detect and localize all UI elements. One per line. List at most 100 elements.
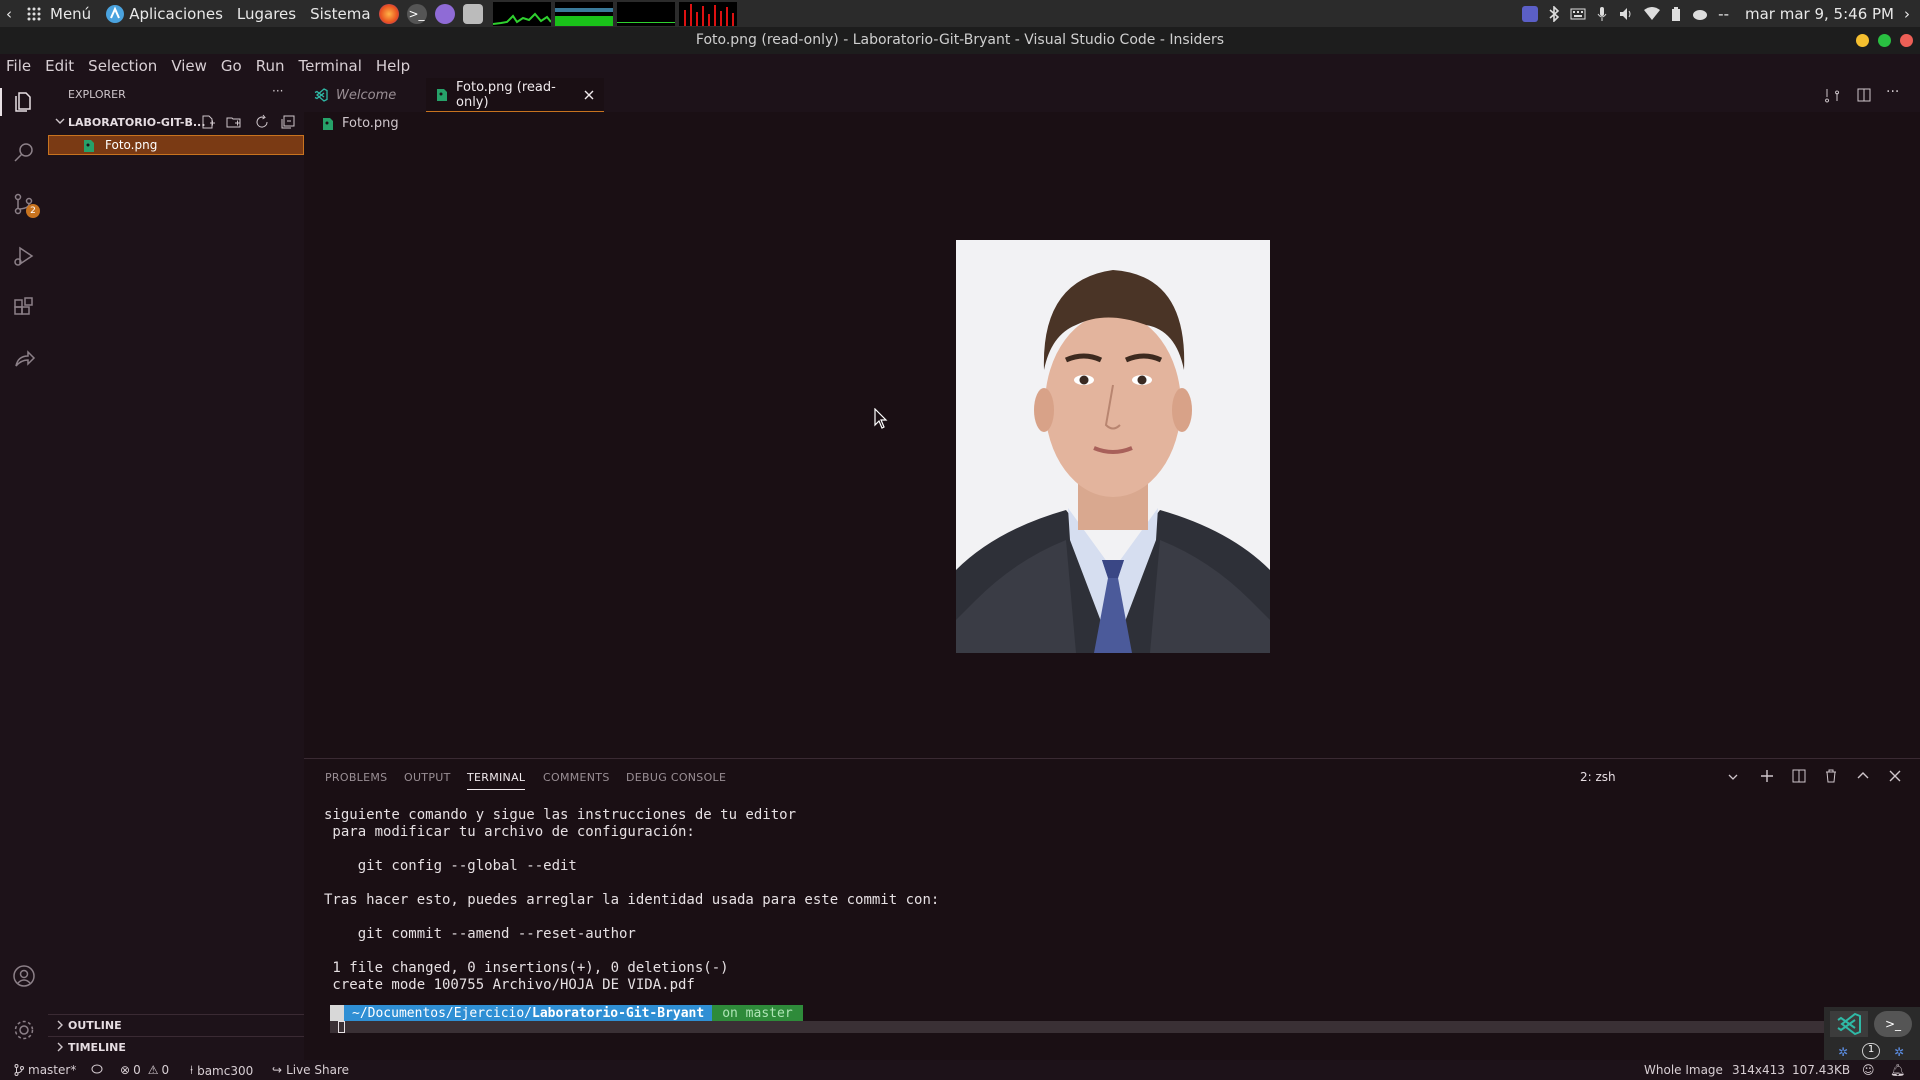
menu-go[interactable]: Go	[221, 57, 242, 75]
menu-terminal[interactable]: Terminal	[299, 57, 362, 75]
tab-welcome-label: Welcome	[336, 87, 397, 103]
panel-tab-comments[interactable]: COMMENTS	[543, 771, 610, 784]
distro-logo-icon[interactable]	[105, 4, 125, 24]
notes-app-icon[interactable]	[434, 3, 455, 24]
new-file-icon[interactable]	[200, 114, 216, 130]
clock[interactable]: mar mar 9, 5:46 PM	[1745, 5, 1894, 23]
problems-status[interactable]: ⊗ 0 ⚠ 0	[120, 1063, 169, 1077]
applications-menu[interactable]: Aplicaciones	[129, 5, 223, 23]
close-tab-icon[interactable]	[584, 90, 594, 100]
tab-foto-label: Foto.png (read-only)	[456, 79, 556, 110]
terminal-dock-icon[interactable]: >_	[1874, 1011, 1912, 1037]
timeline-section[interactable]: TIMELINE	[48, 1036, 304, 1056]
explorer-icon[interactable]	[12, 90, 36, 114]
panel-tab-terminal[interactable]: TERMINAL	[467, 771, 526, 790]
source-control-badge: 2	[26, 204, 40, 218]
image-file-icon	[436, 88, 448, 102]
outline-section[interactable]: OUTLINE	[48, 1014, 304, 1034]
refresh-icon[interactable]	[254, 114, 270, 130]
dock-gear-icon[interactable]: ✲	[1894, 1045, 1904, 1059]
chevron-left-icon[interactable]: ‹	[6, 5, 12, 23]
firefox-icon[interactable]	[378, 3, 399, 24]
menu-button[interactable]: Menú	[50, 5, 91, 23]
warning-count: 0	[161, 1063, 170, 1077]
notifications-bell-icon[interactable]: 🔔︎	[1890, 1063, 1905, 1077]
terminal-input-line[interactable]	[330, 1021, 1890, 1033]
maximize-panel-icon[interactable]	[1856, 769, 1870, 783]
run-debug-icon[interactable]	[12, 244, 36, 268]
keyboard-icon[interactable]	[1570, 8, 1586, 20]
text-editor-icon[interactable]	[462, 3, 483, 24]
live-share-status[interactable]: ↪ Live Share	[272, 1063, 349, 1077]
chevron-right-icon[interactable]: ›	[1904, 5, 1910, 23]
new-terminal-plus-icon[interactable]	[1760, 769, 1774, 783]
image-file-icon	[322, 117, 334, 131]
sync-icon[interactable]	[90, 1063, 104, 1075]
editor-more-actions[interactable]: ···	[1886, 84, 1899, 100]
live-share-icon[interactable]	[12, 348, 36, 372]
apps-grid-icon[interactable]	[26, 6, 42, 22]
open-changes-icon[interactable]	[1824, 87, 1840, 103]
battery-icon[interactable]	[1670, 6, 1682, 22]
maximize-button[interactable]	[1878, 34, 1891, 47]
menu-run[interactable]: Run	[256, 57, 285, 75]
settings-gear-icon[interactable]	[12, 1018, 36, 1042]
prompt-path-segment: ~/Documentos/Ejercicio/Laboratorio-Git-B…	[344, 1005, 713, 1021]
menu-selection[interactable]: Selection	[88, 57, 157, 75]
workspace-badge[interactable]: 1	[1862, 1043, 1880, 1059]
dock-gear-icon[interactable]: ✲	[1838, 1045, 1848, 1059]
microphone-icon[interactable]	[1596, 6, 1608, 22]
image-zoom-mode[interactable]: Whole Image	[1644, 1063, 1723, 1077]
panel-tab-debug-console[interactable]: DEBUG CONSOLE	[626, 771, 726, 784]
user-status[interactable]: ⍿ bamc300	[190, 1063, 253, 1078]
menu-edit[interactable]: Edit	[45, 57, 74, 75]
memory-monitor-graph	[554, 1, 613, 26]
extensions-icon[interactable]	[12, 296, 36, 320]
vscode-dock-icon[interactable]	[1830, 1011, 1868, 1037]
teams-tray-icon[interactable]	[1522, 5, 1539, 22]
menu-view[interactable]: View	[171, 57, 207, 75]
portrait-photo	[956, 240, 1270, 653]
source-control-icon[interactable]: 2	[12, 192, 40, 218]
minimize-button[interactable]	[1856, 34, 1869, 47]
menu-file[interactable]: File	[6, 57, 31, 75]
tab-foto-png[interactable]: Foto.png (read-only)	[426, 78, 604, 112]
tab-welcome[interactable]: Welcome	[304, 78, 426, 112]
wifi-icon[interactable]	[1644, 6, 1661, 21]
system-menu[interactable]: Sistema	[310, 5, 370, 23]
bluetooth-icon[interactable]	[1548, 5, 1560, 22]
folder-header[interactable]: LABORATORIO-GIT-B...	[48, 114, 304, 134]
terminal-launcher-icon[interactable]: >_	[406, 3, 427, 24]
split-terminal-icon[interactable]	[1792, 769, 1806, 783]
terminal-output[interactable]: siguiente comando y sigue las instruccio…	[304, 807, 1904, 1037]
weather-icon[interactable]	[1692, 7, 1708, 21]
explorer-more-button[interactable]: ···	[272, 84, 283, 98]
feedback-icon[interactable]: ☺	[1862, 1063, 1875, 1077]
prompt-path-folder: Laboratorio-Git-Bryant	[532, 1005, 705, 1021]
preview-image[interactable]	[956, 240, 1270, 653]
file-item-selected[interactable]: Foto.png	[48, 135, 304, 155]
panel-tab-output[interactable]: OUTPUT	[404, 771, 451, 784]
trash-icon[interactable]	[1824, 769, 1838, 783]
terminal-select[interactable]: 2: zsh	[1572, 767, 1746, 787]
chevron-down-icon	[54, 115, 66, 127]
terminal-select-value: 2: zsh	[1580, 770, 1616, 784]
image-file-icon	[83, 139, 95, 153]
tray-status-text: --	[1718, 4, 1729, 23]
network-monitor-graph	[616, 1, 675, 26]
close-panel-icon[interactable]	[1888, 769, 1902, 783]
panel-tab-problems[interactable]: PROBLEMS	[325, 771, 387, 784]
error-icon: ⊗	[120, 1063, 131, 1077]
account-icon[interactable]	[12, 964, 36, 988]
places-menu[interactable]: Lugares	[237, 5, 296, 23]
collapse-all-icon[interactable]	[280, 114, 296, 130]
branch-status[interactable]: master*	[14, 1063, 76, 1077]
volume-icon[interactable]	[1618, 6, 1634, 22]
split-editor-icon[interactable]	[1856, 87, 1872, 103]
menu-help[interactable]: Help	[376, 57, 410, 75]
git-branch-icon	[14, 1064, 24, 1076]
new-folder-icon[interactable]	[226, 114, 242, 130]
close-window-button[interactable]	[1900, 34, 1913, 47]
search-icon[interactable]	[12, 140, 36, 164]
breadcrumb[interactable]: Foto.png	[322, 116, 399, 131]
